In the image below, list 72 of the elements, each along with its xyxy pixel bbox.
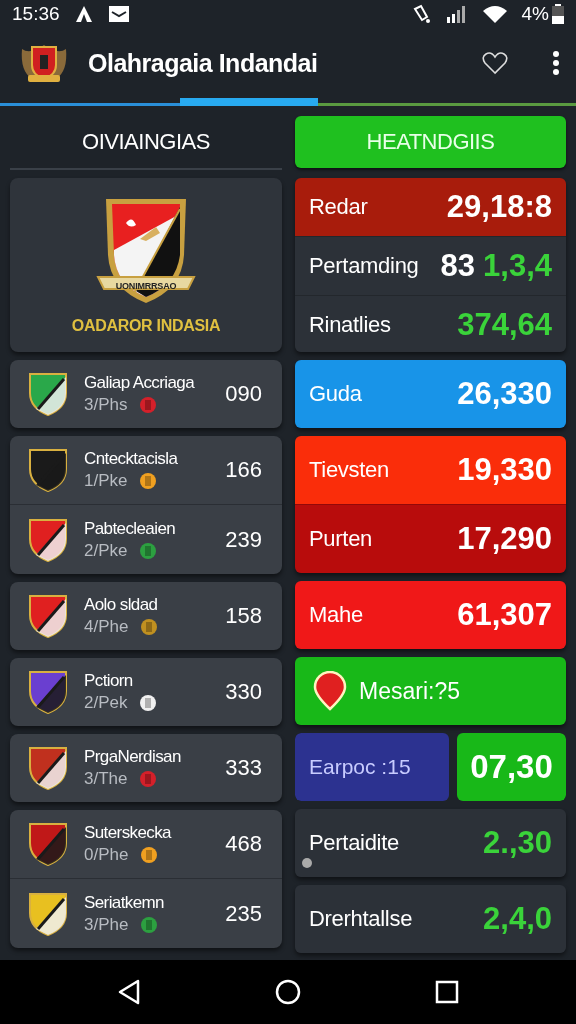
team-name: Galiap Accriaga (84, 373, 196, 393)
stat-label: Rinatlies (309, 312, 391, 338)
stat-value: 29,18:8 (446, 189, 552, 225)
stat-label: Redar (309, 194, 368, 220)
menu-icon[interactable] (552, 51, 560, 75)
stat-label: Tievsten (309, 457, 389, 483)
rotation-icon (411, 4, 432, 24)
team-name: Cntecktacisla (84, 449, 179, 469)
stat-value: 17,290 (457, 521, 552, 557)
team-name: Aolo sldad (84, 595, 159, 615)
banner-text: Mesari:?5 (359, 677, 460, 705)
team-score: 239 (225, 526, 262, 553)
badge-icon (140, 846, 159, 864)
team-score: 235 (225, 900, 262, 927)
team-score: 468 (225, 831, 262, 857)
stat-label: Mahe (309, 602, 363, 628)
team-name: Pctiorn (84, 671, 134, 691)
notification-icon (73, 5, 94, 23)
value-tile: 07,30 (457, 733, 566, 801)
stat-label: Purten (309, 526, 373, 552)
favorite-icon[interactable] (482, 51, 508, 75)
stat-value: 19,330 (457, 452, 552, 488)
team-name: PrgaNerdisan (84, 747, 182, 767)
battery-percent: 4% (521, 3, 549, 25)
team-score: 333 (225, 755, 262, 781)
team-name: Suterskecka (84, 823, 173, 843)
pin-icon (313, 671, 347, 711)
team-code: 3/The (84, 769, 128, 789)
team-code: 3/Phe (84, 914, 129, 935)
stat-value: 374,64 (457, 307, 552, 343)
stat-value: 2.,30 (483, 825, 552, 861)
stat-value: 61,307 (457, 597, 552, 633)
stat-label: Guda (309, 381, 362, 407)
signal-icon (445, 5, 468, 23)
team-code: 2/Pke (84, 540, 128, 561)
badge-icon (139, 396, 158, 414)
team-code: 4/Phe (84, 617, 129, 637)
team-code: 2/Pek (84, 693, 128, 713)
badge-icon (140, 618, 159, 636)
team-name: Pabtecleaien (84, 518, 177, 539)
club-name: OADAROR INDASIA (71, 317, 221, 335)
team-score: 330 (225, 679, 262, 705)
badge-icon (140, 915, 159, 934)
stat-value: 2,4,0 (483, 901, 552, 937)
wifi-icon (481, 5, 508, 23)
info-tile: Earpoc :15 (295, 733, 449, 801)
mail-icon (107, 5, 130, 23)
back-icon[interactable] (117, 979, 141, 1005)
recents-icon[interactable] (435, 980, 459, 1004)
stat-label: Pertaidite (309, 830, 399, 856)
stat-value: 1,3,4 (483, 248, 552, 284)
badge-icon (139, 770, 158, 788)
team-score: 158 (225, 603, 262, 629)
stat-value: 26,330 (457, 376, 552, 412)
stat-label: Drerhtallse (309, 906, 413, 932)
badge-icon (139, 472, 158, 490)
tab[interactable]: OIVIAINGIAS (10, 116, 282, 170)
team-score: 166 (225, 457, 262, 483)
status-time: 15:36 (12, 3, 60, 25)
badge-icon (139, 541, 158, 560)
team-code: 0/Phe (84, 845, 129, 865)
badge-icon (139, 694, 158, 712)
home-icon[interactable] (275, 979, 301, 1005)
team-score: 090 (225, 381, 262, 407)
app-title: Olahragaia Indandai (88, 48, 319, 78)
team-name: Seriatkemn (84, 892, 165, 913)
team-code: 3/Phs (84, 395, 128, 415)
crest-banner-text: UONIMRRSAO (114, 281, 178, 291)
battery-icon (552, 4, 564, 24)
stat-label: Pertamding (309, 253, 419, 279)
team-code: 1/Pke (84, 471, 128, 491)
stat-value: 83 (440, 248, 476, 284)
